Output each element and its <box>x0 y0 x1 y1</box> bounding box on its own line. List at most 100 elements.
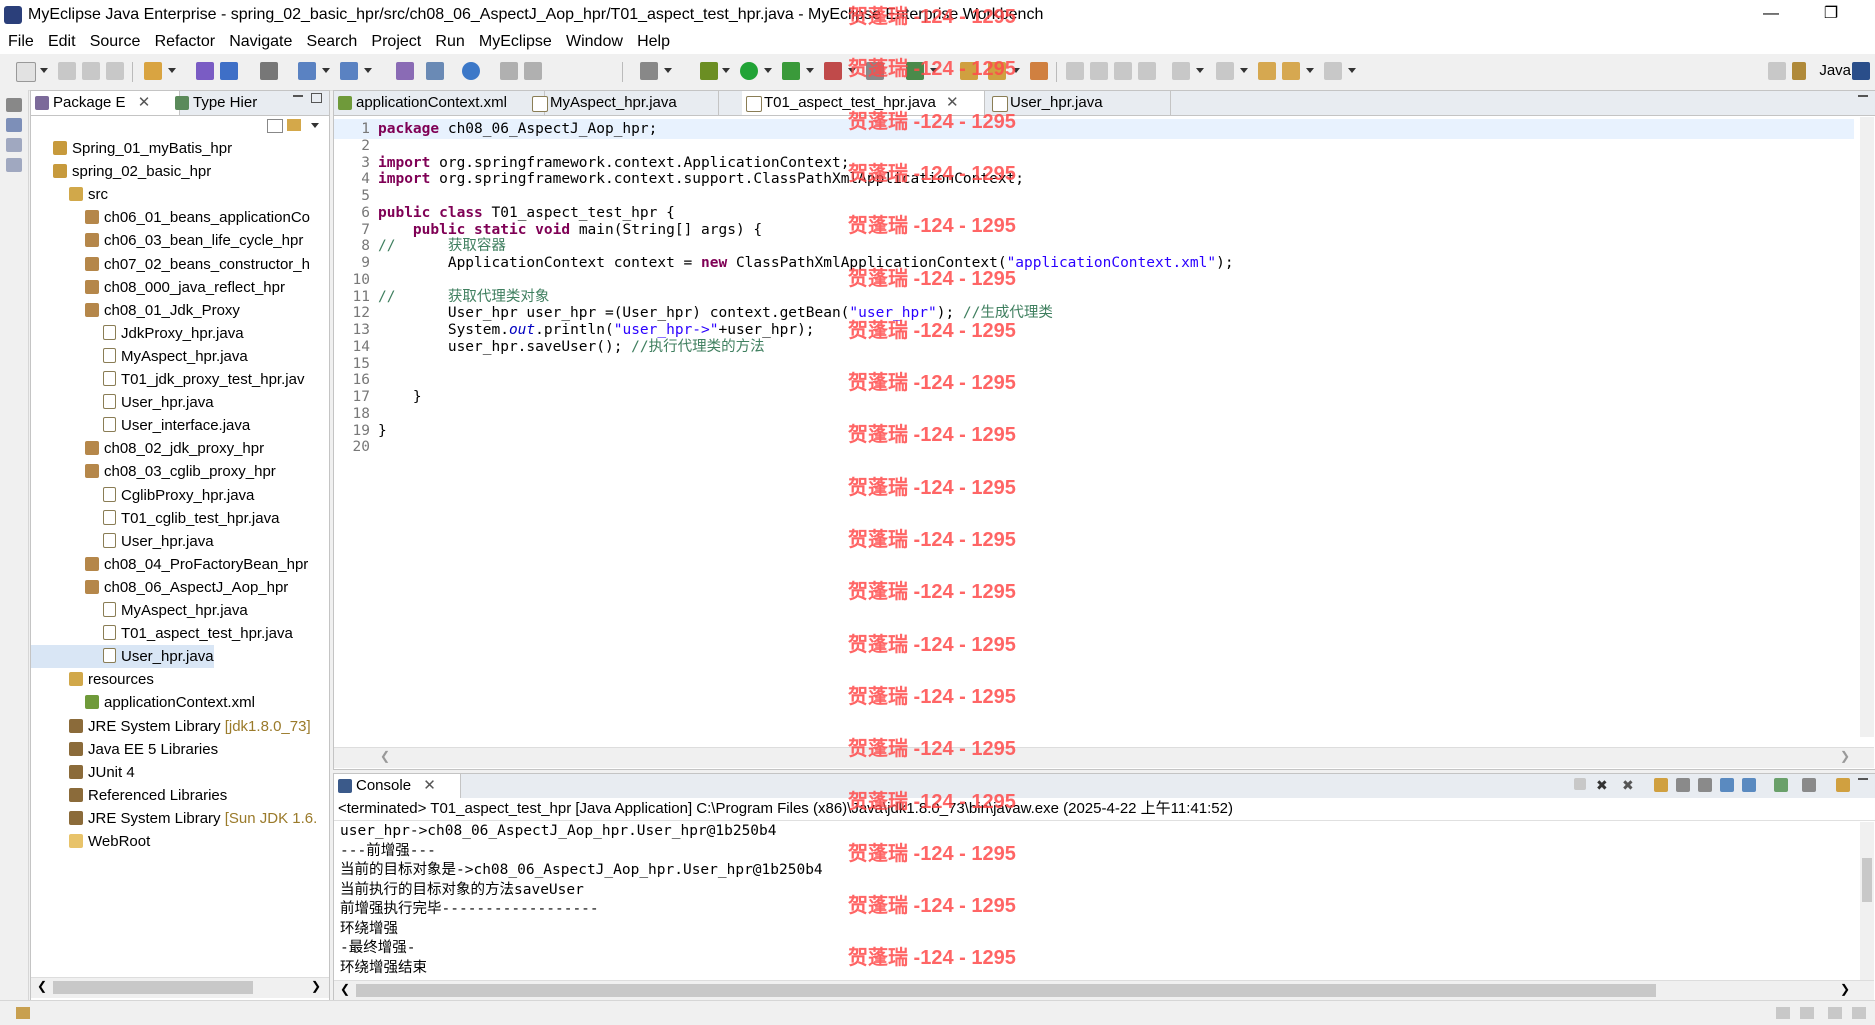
status-icon[interactable] <box>1776 1007 1790 1019</box>
maximize-view-icon[interactable] <box>311 93 322 103</box>
minimize-button[interactable]: — <box>1748 0 1794 30</box>
tree-item[interactable]: ch07_02_beans_constructor_h <box>31 253 310 276</box>
display-console-icon[interactable] <box>1802 778 1816 792</box>
pin-console-icon[interactable] <box>1774 778 1788 792</box>
tree-item[interactable]: ch06_01_beans_applicationCo <box>31 206 310 229</box>
close-icon[interactable]: ✕ <box>138 94 151 111</box>
paragraph-icon[interactable] <box>1138 62 1156 80</box>
forward-dropdown-icon[interactable] <box>1348 68 1356 73</box>
tree-item[interactable]: User_interface.java <box>31 414 250 437</box>
tree-item[interactable]: Java EE 5 Libraries <box>31 738 218 761</box>
scroll-right-icon[interactable]: ❯ <box>311 979 321 993</box>
scroll-left-icon[interactable]: ❮ <box>340 982 350 996</box>
tree-item[interactable]: Spring_01_myBatis_hpr <box>31 137 232 160</box>
tree-hscrollbar[interactable]: ❮ ❯ <box>31 977 329 998</box>
perspective-java[interactable]: Java <box>1819 62 1851 79</box>
scroll-right-icon[interactable]: ❯ <box>1840 982 1850 996</box>
minimize-editor-icon[interactable] <box>1858 95 1868 97</box>
show-stderr-icon[interactable] <box>1742 778 1756 792</box>
open-perspective-icon[interactable] <box>1768 62 1786 80</box>
debug-dropdown-icon[interactable] <box>722 68 730 73</box>
minimize-view-icon[interactable] <box>293 95 303 97</box>
tree-item[interactable]: ch08_03_cglib_proxy_hpr <box>31 460 276 483</box>
new-dropdown-icon[interactable] <box>40 68 48 73</box>
word-wrap-icon[interactable] <box>1698 778 1712 792</box>
scroll-left-icon[interactable]: ❮ <box>380 749 390 763</box>
tab-console[interactable]: Console ✕ <box>334 774 461 798</box>
console-vscrollbar[interactable] <box>1860 822 1874 980</box>
next-annotation-dropdown-icon[interactable] <box>1240 68 1248 73</box>
code-line[interactable]: 20 <box>334 437 1854 457</box>
restore-view-icon[interactable] <box>6 98 22 112</box>
view-menu-icon[interactable] <box>311 123 319 128</box>
tree-item[interactable]: src <box>31 183 108 206</box>
menu-edit[interactable]: Edit <box>40 30 76 54</box>
web-dropdown-icon[interactable] <box>364 68 372 73</box>
remove-all-icon[interactable]: ✖ <box>1622 778 1636 792</box>
editor-hscrollbar[interactable]: ❮ ❯ <box>334 747 1874 768</box>
run-icon[interactable] <box>740 62 758 80</box>
tree-item[interactable]: T01_jdk_proxy_test_hpr.jav <box>31 368 304 391</box>
menu-help[interactable]: Help <box>629 30 670 54</box>
clear-console-icon[interactable] <box>1654 778 1668 792</box>
coverage-icon[interactable] <box>824 62 842 80</box>
refresh-icon[interactable] <box>426 62 444 80</box>
back-dropdown-icon[interactable] <box>1306 68 1314 73</box>
terminate-icon[interactable] <box>1574 778 1586 790</box>
collapse-all-icon[interactable] <box>267 119 283 133</box>
back-icon[interactable] <box>1282 62 1300 80</box>
tree-item[interactable]: ch08_06_AspectJ_Aop_hpr <box>31 576 288 599</box>
tree-item[interactable]: applicationContext.xml <box>31 691 255 714</box>
next-annotation-icon[interactable] <box>1216 62 1234 80</box>
tab-myaspect-hpr[interactable]: MyAspect_hpr.java <box>528 91 719 115</box>
run-external-dropdown-icon[interactable] <box>806 68 814 73</box>
status-icon[interactable] <box>1852 1007 1866 1019</box>
tree-item[interactable]: JRE System Library [jdk1.8.0_73] <box>31 715 311 738</box>
tree-item[interactable]: ch08_04_ProFactoryBean_hpr <box>31 553 308 576</box>
forward-icon[interactable] <box>1324 62 1342 80</box>
new-icon[interactable] <box>16 62 36 82</box>
tree-item[interactable]: JdkProxy_hpr.java <box>31 322 244 345</box>
menu-window[interactable]: Window <box>558 30 623 54</box>
open-type-icon[interactable] <box>196 62 214 80</box>
prev-annotation-icon[interactable] <box>1172 62 1190 80</box>
tab-type-hierarchy[interactable]: Type Hier <box>171 91 257 115</box>
menu-refactor[interactable]: Refactor <box>147 30 215 54</box>
status-icon[interactable] <box>1828 1007 1842 1019</box>
tree-item[interactable]: CglibProxy_hpr.java <box>31 484 254 507</box>
code-area[interactable]: 1 package ch08_06_AspectJ_Aop_hpr; 2 3 impor… <box>334 117 1854 739</box>
link-editor-icon[interactable] <box>287 119 301 131</box>
tree-item[interactable]: User_hpr.java <box>31 530 214 553</box>
console-hscrollbar[interactable]: ❮ ❯ <box>334 980 1874 1001</box>
menu-navigate[interactable]: Navigate <box>221 30 292 54</box>
run-external-icon[interactable] <box>782 62 800 80</box>
tree-item[interactable]: ch08_000_java_reflect_hpr <box>31 276 285 299</box>
last-edit-icon[interactable] <box>1258 62 1276 80</box>
show-stdout-icon[interactable] <box>1720 778 1734 792</box>
fast-view-icon[interactable] <box>16 1007 30 1019</box>
remove-launch-icon[interactable]: ✖ <box>1596 778 1610 792</box>
server-icon[interactable] <box>260 62 278 80</box>
status-icon[interactable] <box>1800 1007 1814 1019</box>
menu-file[interactable]: File <box>0 30 34 54</box>
nav2-icon[interactable] <box>524 62 542 80</box>
menu-source[interactable]: Source <box>82 30 141 54</box>
save-icon[interactable] <box>58 62 76 80</box>
tree-item[interactable]: ch06_03_bean_life_cycle_hpr <box>31 229 303 252</box>
scroll-left-icon[interactable]: ❮ <box>37 979 47 993</box>
globe-icon[interactable] <box>462 62 480 80</box>
console-hscroll-thumb[interactable] <box>356 984 1656 997</box>
explore-icon[interactable] <box>396 62 414 80</box>
tree-item[interactable]: T01_aspect_test_hpr.java <box>31 622 293 645</box>
tab-package-explorer[interactable]: Package E ✕ <box>31 91 180 115</box>
tab-applicationcontext-xml[interactable]: applicationContext.xml <box>334 91 545 115</box>
tree-item[interactable]: ch08_02_jdk_proxy_hpr <box>31 437 264 460</box>
editor-vscrollbar[interactable] <box>1860 117 1874 737</box>
task-icon[interactable] <box>1030 62 1048 80</box>
open-console-icon[interactable] <box>1836 778 1850 792</box>
tree-item[interactable]: User_hpr.java <box>31 391 214 414</box>
console-vscroll-thumb[interactable] <box>1862 858 1872 902</box>
menu-run[interactable]: Run <box>427 30 464 54</box>
java-perspective-icon[interactable] <box>1792 62 1806 80</box>
scroll-right-icon[interactable]: ❯ <box>1840 749 1850 763</box>
